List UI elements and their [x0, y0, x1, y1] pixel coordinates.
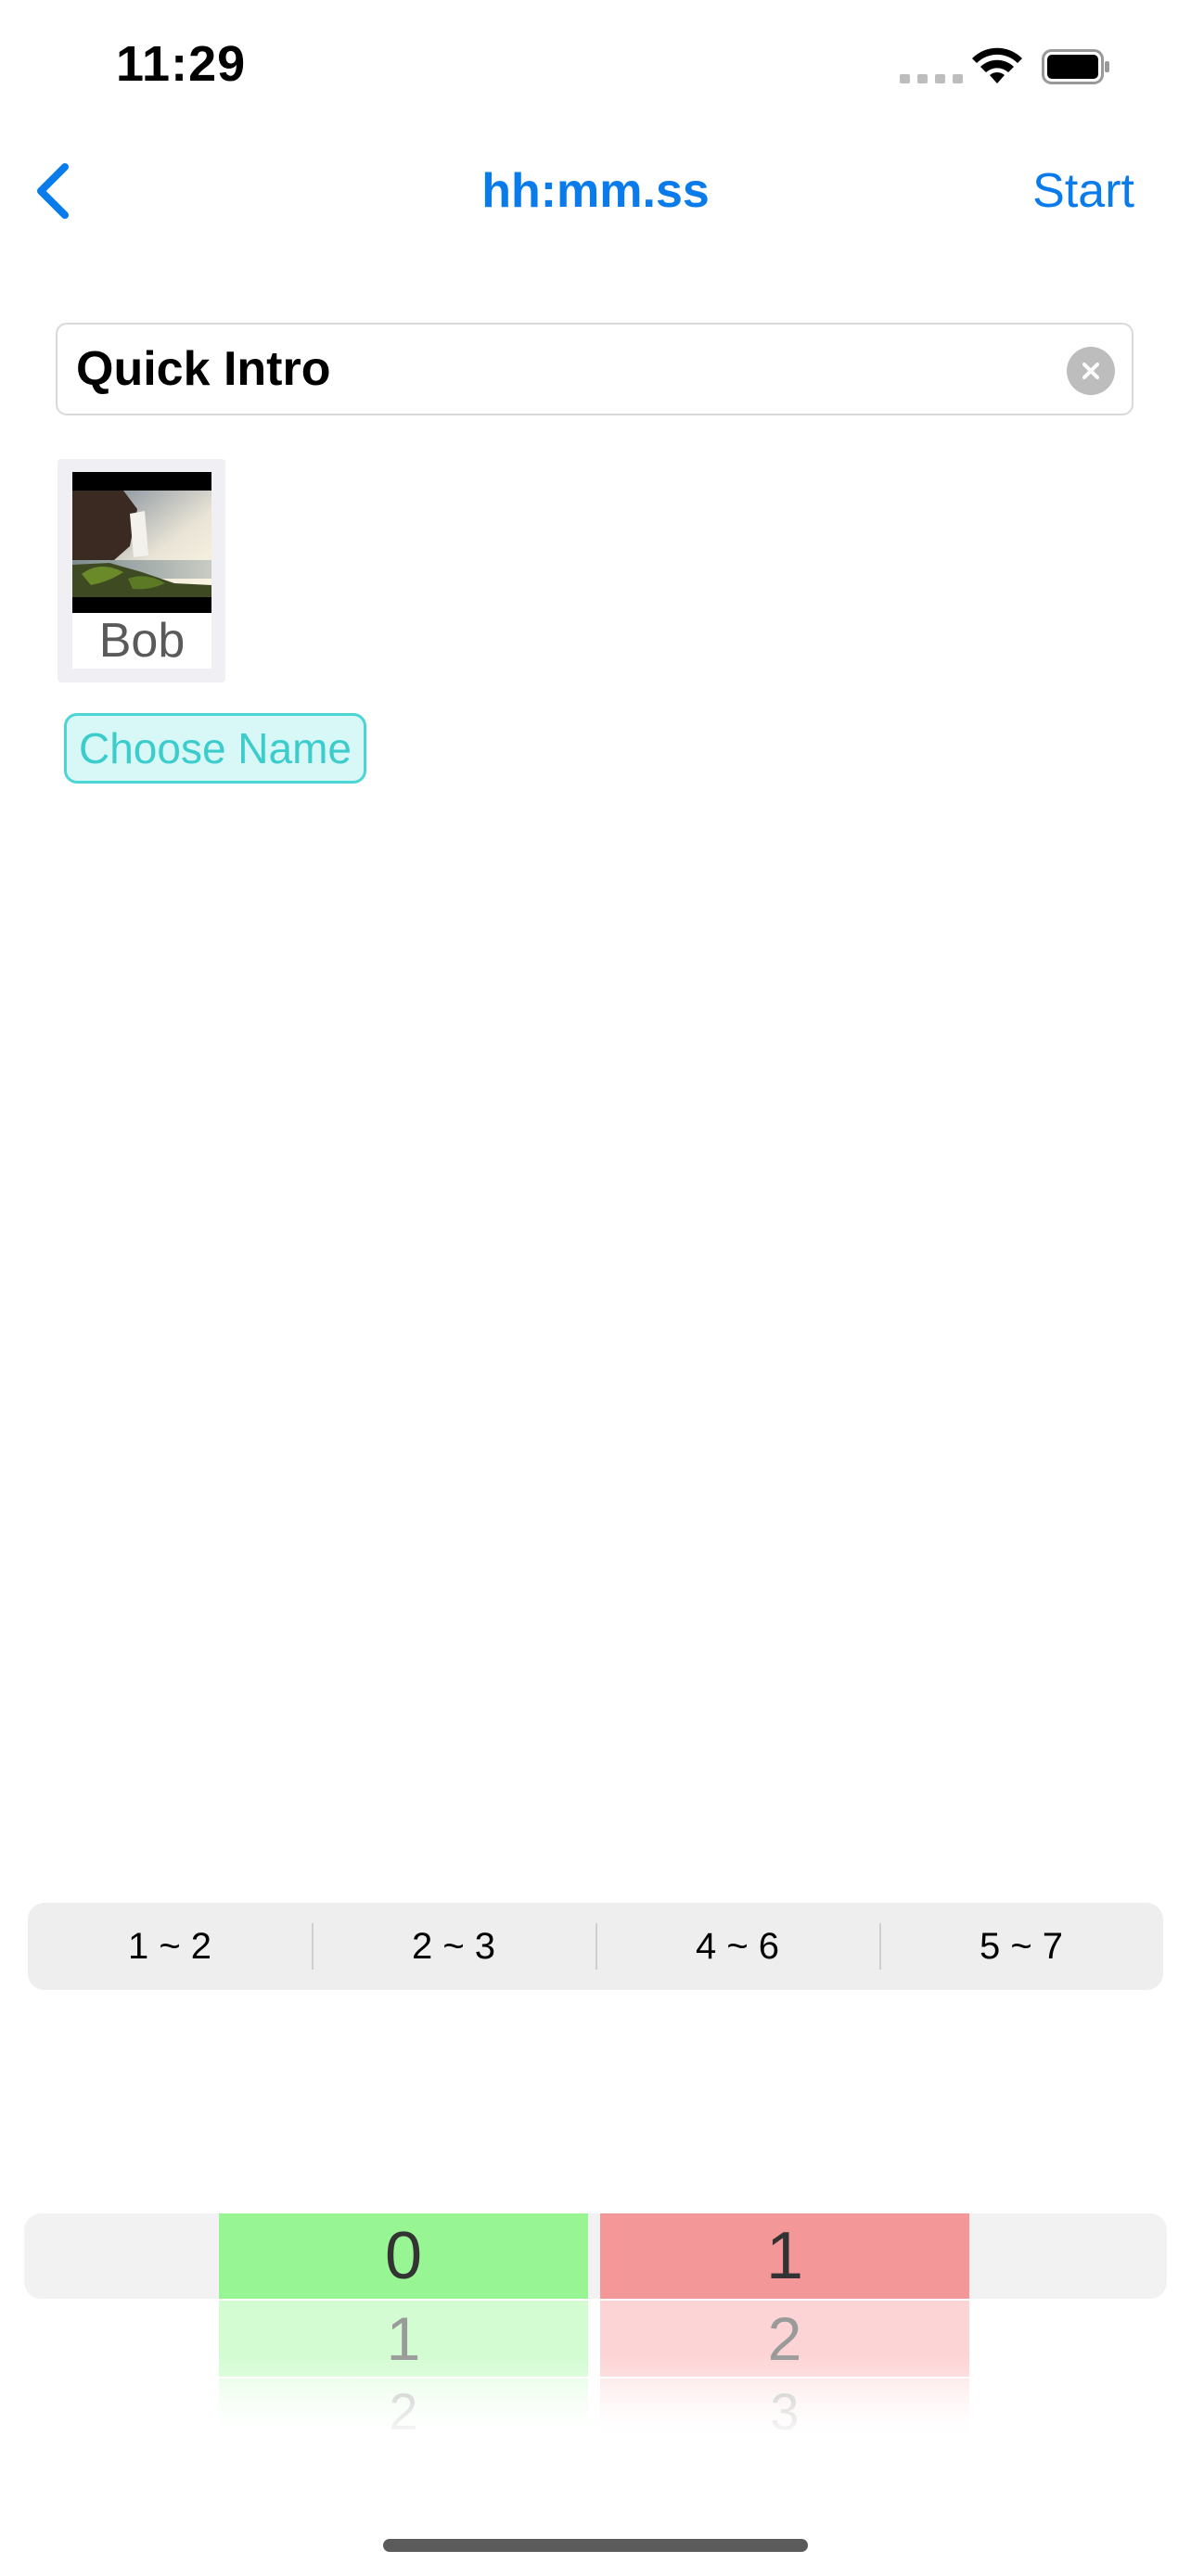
picker-selected-value[interactable]: 1	[600, 2213, 969, 2299]
person-card[interactable]: Bob	[58, 459, 225, 682]
home-indicator[interactable]	[383, 2539, 808, 2552]
range-segmented-control[interactable]: 1 ~ 2 2 ~ 3 4 ~ 6 5 ~ 7	[28, 1903, 1163, 1990]
wifi-icon	[972, 47, 1022, 83]
person-name: Bob	[72, 613, 211, 669]
person-photo	[72, 472, 211, 613]
segment-option[interactable]: 2 ~ 3	[312, 1903, 596, 1990]
battery-icon	[1042, 49, 1109, 84]
title-input[interactable]	[76, 341, 1022, 397]
segment-option[interactable]: 5 ~ 7	[879, 1903, 1163, 1990]
start-button[interactable]: Start	[1032, 163, 1134, 219]
segment-option[interactable]: 4 ~ 6	[596, 1903, 879, 1990]
nav-title: hh:mm.ss	[481, 164, 710, 218]
segment-option[interactable]: 1 ~ 2	[28, 1903, 312, 1990]
title-field[interactable]	[56, 323, 1133, 415]
picker-selection-band	[24, 2213, 1167, 2299]
picker-fade-overlay	[0, 2355, 1191, 2467]
cellular-signal-icon	[900, 74, 963, 83]
picker-selected-value[interactable]: 0	[219, 2213, 588, 2299]
choose-name-button[interactable]: Choose Name	[64, 713, 366, 784]
status-time: 11:29	[116, 36, 247, 92]
clear-circle-icon[interactable]	[1067, 347, 1115, 395]
